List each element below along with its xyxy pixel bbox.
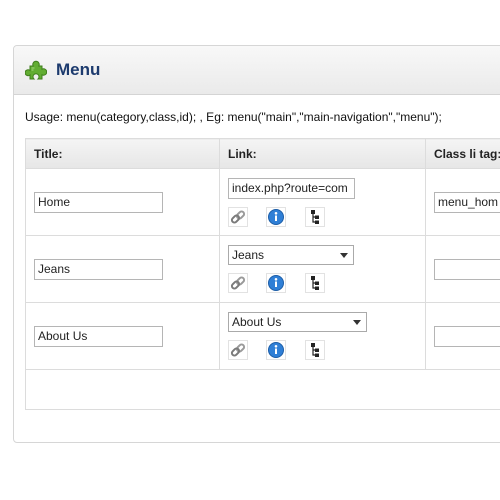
page-title: Menu bbox=[56, 60, 101, 79]
chain-link-icon[interactable] bbox=[228, 206, 248, 227]
puzzle-piece-icon bbox=[25, 60, 47, 80]
link-actions bbox=[228, 206, 425, 227]
menu-panel: Menu Usage: menu(category,class,id); , E… bbox=[13, 45, 500, 443]
tree-icon[interactable] bbox=[304, 206, 325, 227]
link-actions bbox=[228, 340, 425, 360]
link-input[interactable] bbox=[228, 177, 355, 199]
info-icon[interactable] bbox=[266, 340, 287, 360]
tree-icon[interactable] bbox=[304, 273, 325, 293]
link-actions bbox=[228, 273, 425, 293]
info-icon[interactable] bbox=[266, 206, 287, 227]
column-header-title: Title: bbox=[25, 138, 220, 169]
title-input[interactable] bbox=[34, 191, 163, 213]
title-input[interactable] bbox=[34, 325, 163, 347]
chain-link-icon[interactable] bbox=[228, 273, 248, 293]
usage-text: Usage: menu(category,class,id); , Eg: me… bbox=[25, 110, 442, 124]
class-input[interactable] bbox=[434, 325, 500, 347]
column-header-class: Class li tag: bbox=[425, 138, 500, 169]
tree-icon[interactable] bbox=[304, 340, 325, 360]
column-header-link: Link: bbox=[219, 138, 426, 169]
table-row: About Us bbox=[25, 302, 500, 370]
chain-link-icon[interactable] bbox=[228, 340, 248, 360]
class-input[interactable] bbox=[434, 258, 500, 280]
table-row: Jeans bbox=[25, 235, 500, 303]
link-select[interactable]: Jeans bbox=[228, 245, 354, 265]
chevron-down-icon bbox=[353, 320, 361, 325]
title-input[interactable] bbox=[34, 258, 163, 280]
class-input[interactable] bbox=[434, 191, 500, 213]
table-footer-row bbox=[25, 369, 500, 410]
link-select[interactable]: About Us bbox=[228, 312, 367, 332]
table-row bbox=[25, 168, 500, 236]
table-header-row: Title: Link: Class li tag: bbox=[25, 138, 500, 169]
panel-header: Menu bbox=[14, 46, 500, 95]
info-icon[interactable] bbox=[266, 273, 287, 293]
menu-table: Title: Link: Class li tag: Home index.ph… bbox=[25, 138, 500, 410]
chevron-down-icon bbox=[340, 253, 348, 258]
